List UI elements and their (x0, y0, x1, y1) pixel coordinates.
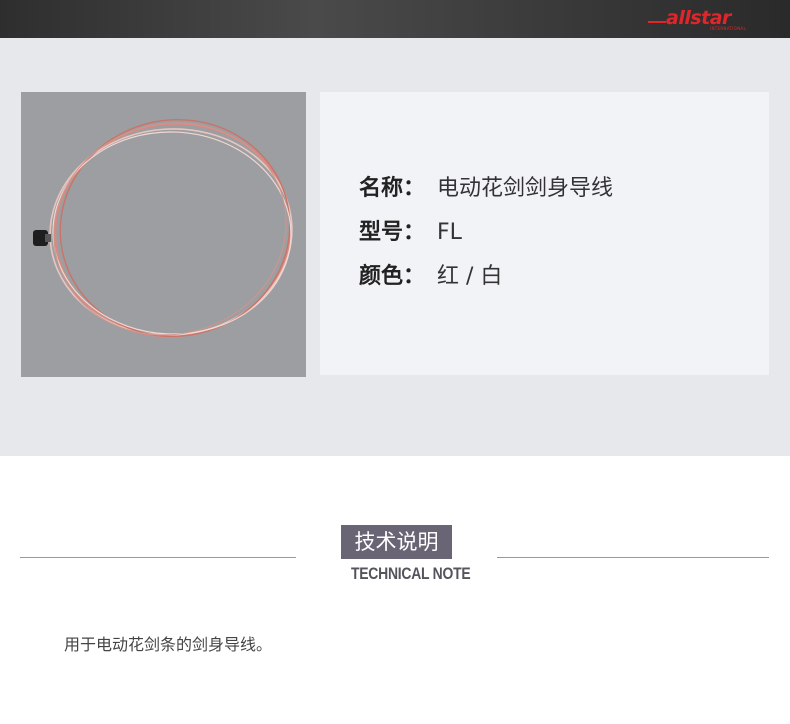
technical-note-subtitle: TECHNICAL NOTE (350, 564, 471, 583)
spec-model-value: FL (437, 220, 462, 245)
product-info-card: 名称： 电动花剑剑身导线 型号： FL 颜色： 红 / 白 (320, 92, 769, 375)
logo-subtitle: INTERNATIONAL (710, 26, 746, 31)
spec-color-value: 红 / 白 (437, 264, 503, 289)
technical-note-title: 技术说明 (341, 525, 452, 559)
spec-model-row: 型号： FL (359, 214, 462, 246)
divider-right (497, 557, 769, 558)
spec-name-row: 名称： 电动花剑剑身导线 (359, 170, 613, 202)
technical-note-header: 技术说明 TECHNICAL NOTE (0, 520, 790, 590)
spec-model-label: 型号： (359, 220, 426, 245)
technical-note-description: 用于电动花剑条的剑身导线。 (64, 635, 273, 654)
logo-swoosh-icon (648, 21, 666, 23)
spec-color-label: 颜色： (359, 264, 426, 289)
spec-color-row: 颜色： 红 / 白 (359, 258, 502, 290)
top-banner: allstar INTERNATIONAL (0, 0, 790, 38)
spec-name-value: 电动花剑剑身导线 (437, 176, 614, 201)
spec-name-label: 名称： (359, 176, 426, 201)
divider-left (20, 557, 296, 558)
product-section: 名称： 电动花剑剑身导线 型号： FL 颜色： 红 / 白 (0, 38, 790, 456)
product-photo (21, 92, 306, 377)
allstar-logo[interactable]: allstar INTERNATIONAL (648, 7, 768, 33)
wire-coil-icon (33, 118, 293, 338)
